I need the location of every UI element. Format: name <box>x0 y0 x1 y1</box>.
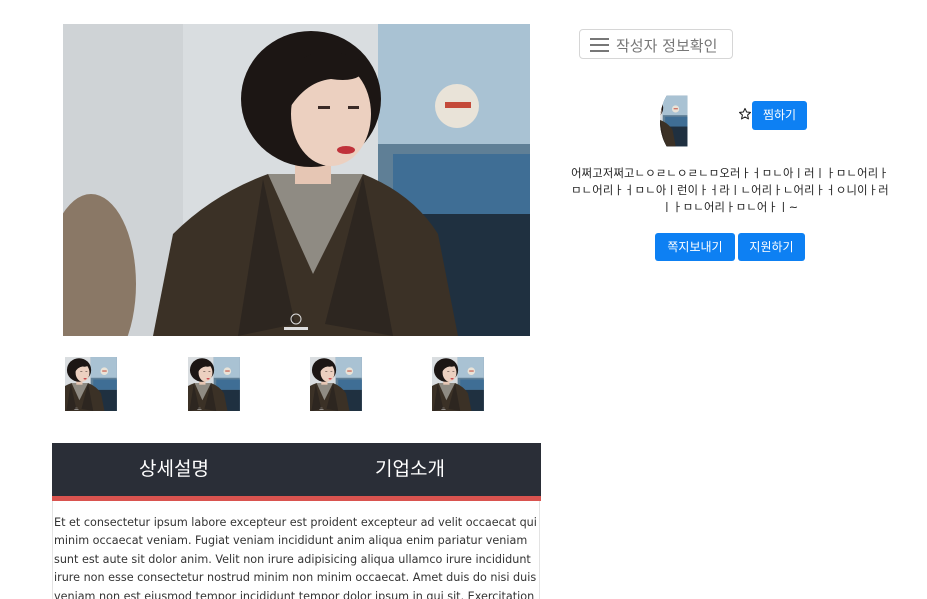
hamburger-menu-icon <box>590 38 609 52</box>
detail-description: Et et consectetur ipsum labore excepteur… <box>52 501 540 599</box>
profile-bio: 어쩌고저쩌고ㄴㅇㄹㄴㅇㄹㄴㅁ오러ㅏㅓㅁㄴ아ㅣ러ㅣㅏㅁㄴ어리ㅏㅁㄴ어리ㅏㅓㅁㄴ아ㅣ… <box>571 167 889 214</box>
tab-detail-description[interactable]: 상세설명 <box>52 443 296 496</box>
send-message-button[interactable]: 쪽지보내기 <box>655 233 735 261</box>
apply-button[interactable]: 지원하기 <box>738 233 805 261</box>
star-outline-icon[interactable] <box>738 107 752 121</box>
profile-avatar <box>660 76 736 166</box>
detail-tab-bar: 상세설명 기업소개 <box>52 443 541 501</box>
thumbnail-strip <box>65 339 525 429</box>
portrait-image <box>63 24 530 336</box>
thumbnail-1[interactable] <box>65 339 140 429</box>
tab-company-intro[interactable]: 기업소개 <box>288 443 532 496</box>
thumbnail-3[interactable] <box>310 339 385 429</box>
main-product-image <box>63 24 530 336</box>
thumbnail-2[interactable] <box>188 339 263 429</box>
like-button[interactable]: 찜하기 <box>752 101 807 130</box>
author-info-label: 작성자 정보확인 <box>616 37 718 55</box>
author-info-button[interactable]: 작성자 정보확인 <box>579 29 733 59</box>
thumbnail-4[interactable] <box>432 339 507 429</box>
